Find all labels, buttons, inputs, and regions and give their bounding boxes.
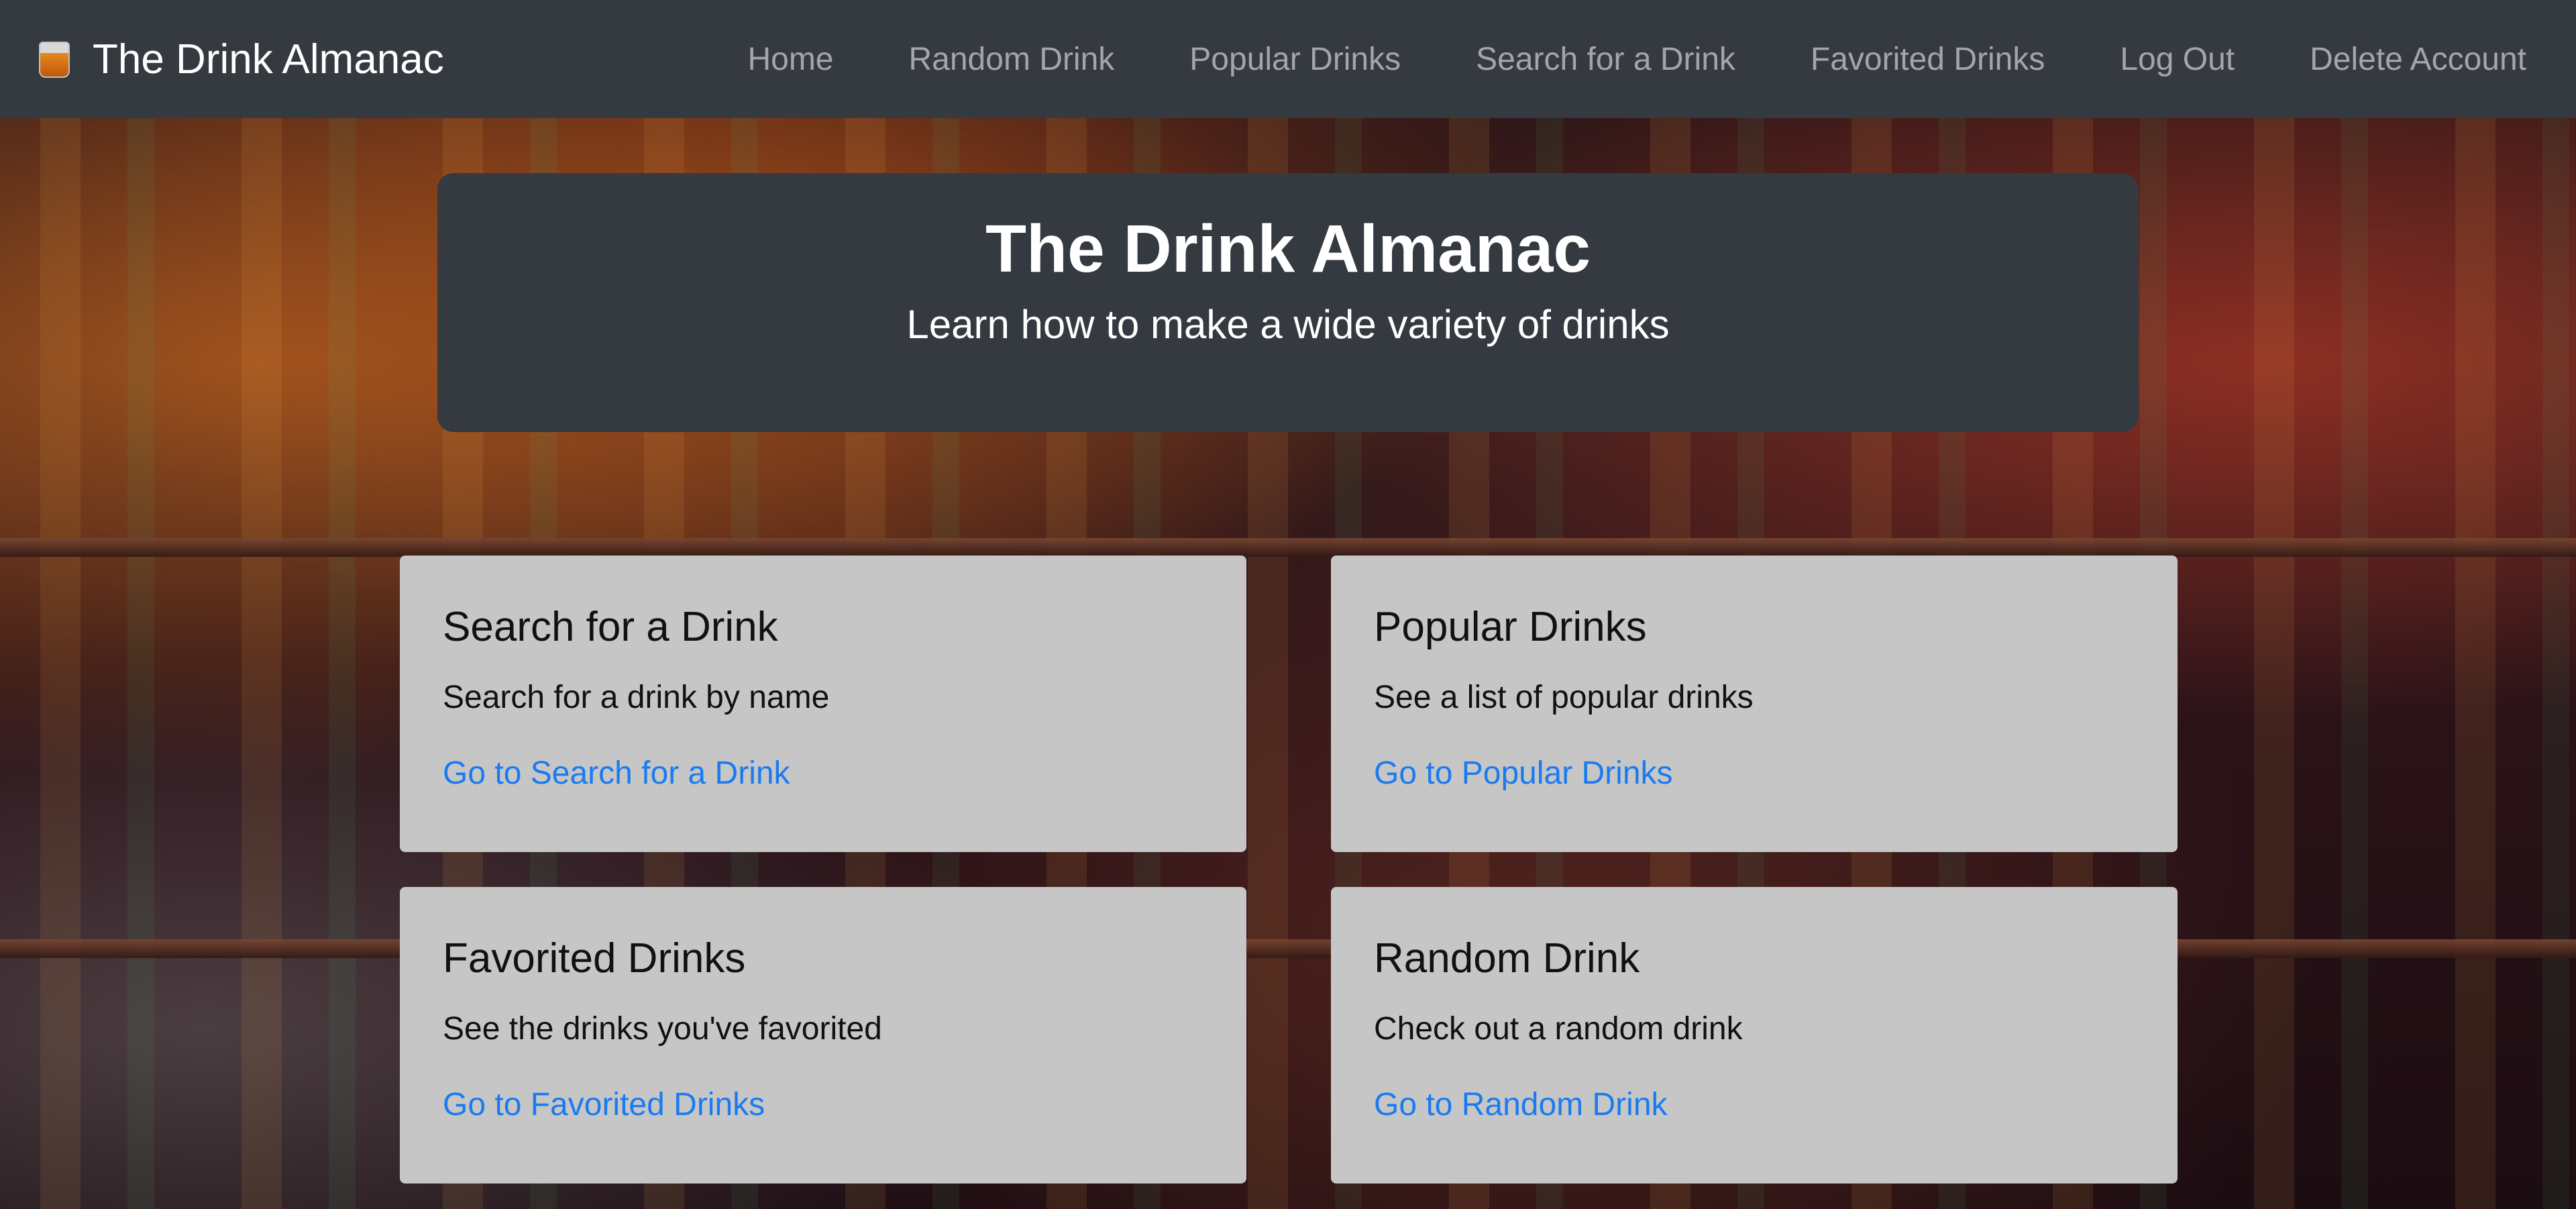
card-text: See the drinks you've favorited bbox=[443, 1011, 882, 1047]
nav-links: Home Random Drink Popular Drinks Search … bbox=[710, 41, 2540, 78]
card-popular-drinks: Popular Drinks See a list of popular dri… bbox=[1331, 556, 2178, 852]
hero-subtitle: Learn how to make a wide variety of drin… bbox=[906, 302, 1670, 347]
hero-banner: The Drink Almanac Learn how to make a wi… bbox=[437, 173, 2139, 432]
background-shelf-lower bbox=[0, 939, 2576, 958]
navbar-brand[interactable]: The Drink Almanac bbox=[36, 36, 444, 83]
card-link-search-for-a-drink[interactable]: Go to Search for a Drink bbox=[443, 755, 790, 792]
card-text: See a list of popular drinks bbox=[1374, 680, 1754, 716]
nav-link-popular-drinks[interactable]: Popular Drinks bbox=[1152, 41, 1438, 78]
card-text: Check out a random drink bbox=[1374, 1011, 1743, 1047]
card-title: Random Drink bbox=[1374, 935, 1640, 982]
nav-link-favorited-drinks[interactable]: Favorited Drinks bbox=[1773, 41, 2082, 78]
navbar: The Drink Almanac Home Random Drink Popu… bbox=[0, 0, 2576, 118]
card-text: Search for a drink by name bbox=[443, 680, 830, 716]
card-random-drink: Random Drink Check out a random drink Go… bbox=[1331, 887, 2178, 1184]
background-shelf-upper bbox=[0, 538, 2576, 557]
card-link-popular-drinks[interactable]: Go to Popular Drinks bbox=[1374, 755, 1673, 792]
nav-link-home[interactable]: Home bbox=[710, 41, 871, 78]
card-link-random-drink[interactable]: Go to Random Drink bbox=[1374, 1086, 1668, 1123]
card-title: Search for a Drink bbox=[443, 604, 778, 650]
navbar-brand-label: The Drink Almanac bbox=[93, 36, 444, 83]
nav-link-search-for-a-drink[interactable]: Search for a Drink bbox=[1438, 41, 1773, 78]
cocktail-glass-icon bbox=[36, 39, 72, 79]
nav-link-delete-account[interactable]: Delete Account bbox=[2272, 41, 2540, 78]
hero-title: The Drink Almanac bbox=[985, 211, 1591, 286]
card-title: Favorited Drinks bbox=[443, 935, 746, 982]
nav-link-log-out[interactable]: Log Out bbox=[2082, 41, 2272, 78]
card-link-favorited-drinks[interactable]: Go to Favorited Drinks bbox=[443, 1086, 765, 1123]
nav-link-random-drink[interactable]: Random Drink bbox=[871, 41, 1152, 78]
card-title: Popular Drinks bbox=[1374, 604, 1647, 650]
card-favorited-drinks: Favorited Drinks See the drinks you've f… bbox=[400, 887, 1246, 1184]
card-search-for-a-drink: Search for a Drink Search for a drink by… bbox=[400, 556, 1246, 852]
